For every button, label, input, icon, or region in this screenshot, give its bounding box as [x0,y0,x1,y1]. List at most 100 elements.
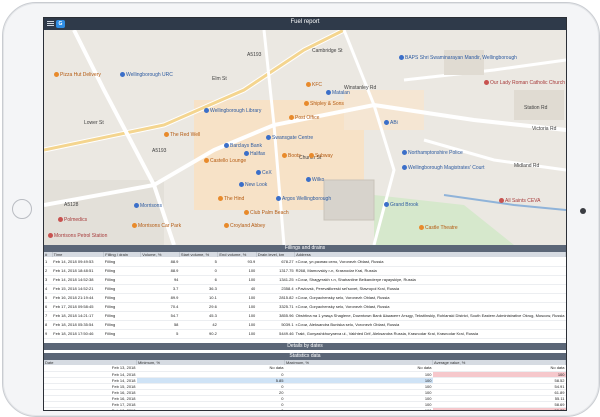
home-button[interactable] [12,199,32,219]
table-cell: Feb 15, 2018 14:52:21 [52,284,104,294]
map-poi[interactable]: New Look [239,182,267,188]
table-cell: 54.7 [140,311,180,321]
map-poi[interactable]: Halifax [244,151,265,157]
map-poi[interactable]: BAPS Shri Swaminarayan Mandir, Wellingbo… [399,55,517,61]
table-row[interactable]: 6 Feb 17, 2018 09:58:45 Filling 70.4 29.6 100… [44,302,566,312]
map-poi[interactable]: Subway [309,153,333,159]
map-poi[interactable]: Argos Wellingborough [276,196,331,202]
table-cell: 0 [179,266,218,276]
pin-icon [58,217,63,222]
table-row[interactable]: 7 Feb 18, 2018 14:21:17 Filling 54.7 45.3 100… [44,311,566,321]
map-poi[interactable]: Pizza Hut Delivery [54,72,101,78]
table-cell: Filling [103,275,141,285]
map-poi[interactable]: Polmedics [58,217,87,223]
table-row[interactable]: 3 Feb 14, 2018 14:52:38 Filling 94 6 100 1341.… [44,275,566,285]
table-cell: 100 [217,266,257,276]
stats-section-header[interactable]: Statistics data [44,353,566,360]
camera-icon [580,208,586,214]
pin-icon [402,150,407,155]
table-cell: 5 [140,329,180,339]
pin-icon [402,165,407,170]
map-poi[interactable]: Northamptonshire Police [402,150,463,156]
table-cell: Filling [103,284,141,294]
table-cell: 93.9 [217,257,257,267]
table-row[interactable]: Feb 18, 2018 0 100 53.72 [44,407,566,410]
map-poi[interactable]: The Red Well [164,132,200,138]
map-poi[interactable]: Wellingborough Library [204,108,261,114]
table-cell: 42 [179,320,218,330]
table-cell: 6 [44,302,53,312]
table-row[interactable]: 9 Feb 18, 2018 17:50:46 Filling 5 90.2 100 544… [44,329,566,339]
table-cell: 94 [140,275,180,285]
map-poi[interactable]: Castello Lounge [204,158,246,164]
map-poi[interactable]: Wilko [306,177,324,183]
map-poi[interactable]: Matalan [326,90,350,96]
map-poi[interactable]: Croyland Abbey [224,223,265,229]
map-poi[interactable]: Barclays Bank [224,143,262,149]
map-poi[interactable]: KFC [306,82,322,88]
map-poi[interactable]: Morrisons [134,203,162,209]
street-label: Victoria Rd [532,126,557,132]
table-cell: Feb 18, 2018 05:35:54 [52,320,104,330]
map-poi[interactable]: The Hind [218,196,244,202]
pin-icon [306,177,311,182]
pin-icon [132,223,137,228]
table-cell: 4 [44,284,53,294]
pin-icon [499,198,504,203]
map-poi[interactable]: Wellingborough URC [120,72,173,78]
pin-icon [304,101,309,106]
table-cell: 40 [217,284,257,294]
table-cell: Filling [103,257,141,267]
table-row[interactable]: 4 Feb 15, 2018 14:52:21 Filling 3.7 36.3 40 23… [44,284,566,294]
map-poi[interactable]: Grand Brook [384,202,418,208]
table-row[interactable]: 2 Feb 14, 2018 18:48:51 Filling 88.9 0 100 131… [44,266,566,276]
table-cell: 90.2 [179,329,218,339]
map-poi[interactable]: Post Office [289,115,319,121]
page-title: Fuel report [290,19,320,25]
map-poi[interactable]: All Saints CEVA [499,198,540,204]
table-cell: Feb 14, 2018 18:48:51 [52,266,104,276]
table-cell: Filling [103,266,141,276]
map-poi[interactable]: Swansgate Centre [266,135,313,141]
map-poi[interactable]: Club Palm Beach [244,210,289,216]
map-poi[interactable]: Boots [282,153,301,159]
table-cell: 2 [44,266,53,276]
pin-icon [419,225,424,230]
pin-icon [399,55,404,60]
table-cell: Obshtina на 1 улица Shaglene, Downtown B… [294,311,566,321]
pin-icon [289,115,294,120]
map-poi[interactable]: Our Lady Roman Catholic Church [484,80,565,86]
map-poi[interactable]: ABi [384,120,398,126]
table-row[interactable]: 8 Feb 18, 2018 05:35:54 Filling 58 42 100 5039… [44,320,566,330]
pin-icon [204,108,209,113]
pin-icon [484,80,489,85]
pin-icon [218,196,223,201]
table-cell: 7 [44,311,53,321]
pin-icon [224,223,229,228]
pin-icon [120,72,125,77]
table-cell: 0 [136,407,285,410]
table-cell: Filling [103,311,141,321]
table-cell: Feb 14, 2018 09:49:53 [52,257,104,267]
table-cell: г.Сочи, Aleksandra Buniska selo, Voronez… [294,320,566,330]
table-row[interactable]: 5 Feb 16, 2018 21:19:44 Filling 89.9 10.1 100… [44,293,566,303]
map-poi[interactable]: Morrisons Petrol Station [48,233,107,239]
details-section-header[interactable]: Details by dates [44,343,566,350]
table-cell: 3325.71 [256,302,295,312]
map-poi[interactable]: Wellingborough Magistrates' Court [402,165,484,171]
table-cell: 10.1 [179,293,218,303]
map-view[interactable]: Cambridge St Elm St A5193 A5128 A5193 Mi… [44,30,566,245]
map-poi[interactable]: Morrisons Car Park [132,223,181,229]
table-cell: 88.9 [140,257,180,267]
fillings-section-header[interactable]: Fillings and drains [44,245,566,252]
table-cell: 45.3 [179,311,218,321]
table-row[interactable]: 1 Feb 14, 2018 09:49:53 Filling 88.9 5 93.9 67… [44,257,566,267]
fillings-table: # Time Filling / drain Volume, % Start volum… [44,252,566,339]
pin-icon [164,132,169,137]
table-cell: 6 [179,275,218,285]
table-cell: Feb 17, 2018 09:58:45 [52,302,104,312]
table-cell: 100 [217,275,257,285]
map-poi[interactable]: CeX [256,170,272,176]
map-poi[interactable]: Castle Theatre [419,225,458,231]
map-poi[interactable]: Shipley & Sons [304,101,344,107]
